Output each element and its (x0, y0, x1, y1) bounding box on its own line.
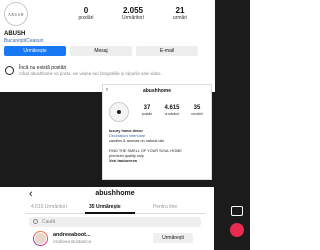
profile-screenshot-middle: ‹ abushhome 37 postări 4.615 urmăritori … (102, 84, 212, 180)
stat-label: postări (141, 112, 153, 116)
stat-label: urmări (172, 15, 188, 21)
search-placeholder: Caută (42, 219, 56, 225)
stat-value: 2.055 (122, 6, 144, 15)
follow-button[interactable]: Urmărește (4, 46, 66, 56)
profile-username: abushhome (142, 88, 172, 94)
message-button[interactable]: Mesaj (70, 46, 132, 56)
avatar[interactable] (109, 102, 129, 122)
tab-followers[interactable]: 4.615 Urmăritori (31, 204, 67, 210)
list-item-username[interactable]: andreeaboot... (53, 232, 91, 238)
stat-label: urmăritori (164, 112, 180, 116)
tab-for-you[interactable]: Pentru tine (153, 204, 177, 210)
profile-logo: ABUSH (4, 2, 28, 26)
stat-followers[interactable]: 2.055 Urmăritori (113, 6, 153, 21)
search-icon (33, 219, 38, 224)
stat-following[interactable]: 21 urmări (160, 6, 200, 21)
list-item[interactable]: andreeaboot... Andreea Bostanica Urmăreș… (29, 231, 201, 249)
stat-label: postări (78, 15, 94, 21)
avatar-image (34, 232, 47, 245)
active-tab-indicator (85, 212, 135, 214)
stat-following[interactable]: 35 urmăriri (185, 105, 209, 116)
profile-screenshot-top: ABUSH 0 postări 2.055 Urmăritori 21 urmă… (0, 0, 215, 92)
list-item-fullname: Andreea Bostanica (53, 239, 92, 244)
tab-following[interactable]: 35 Urmărește (89, 204, 121, 210)
following-button[interactable]: Urmărești (153, 233, 193, 243)
avatar[interactable] (33, 231, 48, 246)
search-input[interactable]: Caută (29, 217, 201, 227)
stat-posts[interactable]: 0 postări (66, 6, 106, 21)
empty-body: Când abushhome va posta, vei vedea aici … (19, 71, 162, 76)
heart-icon[interactable] (230, 223, 244, 237)
see-translation-link[interactable]: Vezi traducerea (109, 159, 209, 164)
following-list-screen: ‹ abushhome 4.615 Urmăritori 35 Urmăreșt… (25, 187, 205, 250)
bio-category: Decorațiuni interioare (109, 134, 146, 138)
stat-value: 21 (175, 6, 185, 15)
page-title: abushhome (95, 190, 135, 197)
stat-label: Urmăritori (122, 15, 144, 21)
stat-value: 0 (83, 6, 89, 15)
email-button[interactable]: E-mail (136, 46, 198, 56)
bio-line: premium quality only (109, 154, 144, 158)
profile-name: ABUSH (4, 31, 26, 37)
stat-value: 35 (193, 105, 201, 111)
bio-line: luxury home decor (109, 129, 143, 133)
profile-location[interactable]: București/Ceasuri (4, 38, 43, 44)
stat-label: urmăriri (191, 112, 203, 116)
comment-icon[interactable] (231, 206, 243, 216)
stat-posts[interactable]: 37 postări (135, 105, 159, 116)
camera-icon (5, 66, 14, 75)
stat-value: 37 (143, 105, 151, 111)
bio-line: candles & aromas on natural oils (109, 139, 165, 143)
bio-line: FIND THE SMELL OF YOUR SOUL HOME (109, 149, 182, 153)
stat-value: 4.615 (164, 105, 180, 111)
avatar-dot (117, 110, 121, 114)
stat-followers[interactable]: 4.615 urmăritori (160, 105, 184, 116)
